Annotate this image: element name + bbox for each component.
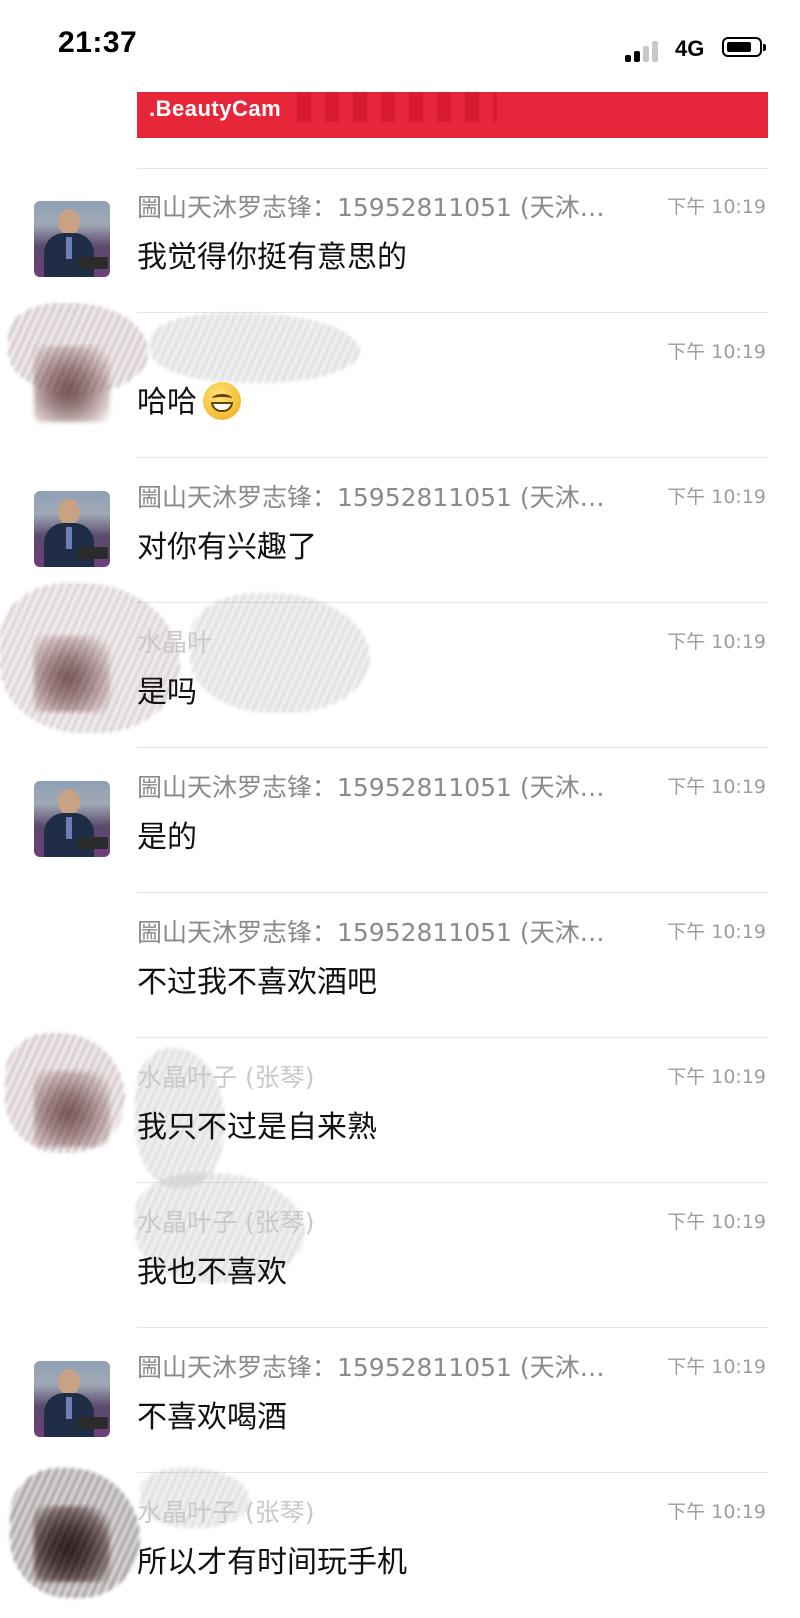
redaction-scribble <box>8 303 148 393</box>
message-text: 哈哈 <box>137 377 241 421</box>
status-bar: 21:37 4G <box>0 0 800 92</box>
sender-name: 圌山天沐罗志锋：15952811051 (天沐… <box>137 193 605 222</box>
banner-watermark <box>297 92 497 122</box>
message-item[interactable]: 圌山天沐罗志锋：15952811051 (天沐… 下午 10:19 对你有兴趣了 <box>0 458 800 603</box>
message-time: 下午 10:19 <box>667 1211 766 1233</box>
redaction-scribble <box>150 313 360 383</box>
status-time: 21:37 <box>58 26 138 59</box>
message-text: 我觉得你挺有意思的 <box>137 240 407 275</box>
message-item[interactable]: 水晶叶 下午 10:19 是吗 <box>0 583 800 748</box>
avatar[interactable] <box>34 1361 110 1437</box>
message-time: 下午 10:19 <box>667 1066 766 1088</box>
message-time: 下午 10:19 <box>667 341 766 363</box>
message-time: 下午 10:19 <box>667 776 766 798</box>
message-text: 对你有兴趣了 <box>137 530 317 565</box>
sender-name: 圌山天沐罗志锋：15952811051 (天沐… <box>137 483 605 512</box>
message-text: 我只不过是自来熟 <box>137 1110 377 1145</box>
banner-label: .BeautyCam <box>149 96 282 121</box>
message-item[interactable]: 水晶叶子 (张琴) 下午 10:19 所以才有时间玩手机 <box>0 1468 800 1618</box>
redaction-scribble <box>5 1033 125 1153</box>
message-text: 是的 <box>137 820 197 855</box>
message-list: 圌山天沐罗志锋：15952811051 (天沐… 下午 10:19 我觉得你挺有… <box>0 168 800 1618</box>
message-text: 所以才有时间玩手机 <box>137 1545 407 1580</box>
sender-name: 水晶叶子 (张琴) <box>137 1063 315 1092</box>
message-time: 下午 10:19 <box>667 1501 766 1523</box>
sender-name: 水晶叶 <box>137 628 213 657</box>
sender-name: 圌山天沐罗志锋：15952811051 (天沐… <box>137 1353 605 1382</box>
redaction-scribble <box>10 1468 140 1598</box>
message-item[interactable]: 下午 10:19 哈哈 <box>0 303 800 458</box>
message-item[interactable]: 圌山天沐罗志锋：15952811051 (天沐… 下午 10:19 我觉得你挺有… <box>0 168 800 313</box>
message-item[interactable]: 圌山天沐罗志锋：15952811051 (天沐… 下午 10:19 不喜欢喝酒 <box>0 1328 800 1473</box>
message-time: 下午 10:19 <box>667 196 766 218</box>
grinning-face-emoji-icon <box>203 382 241 420</box>
avatar[interactable] <box>34 491 110 567</box>
avatar[interactable] <box>34 781 110 857</box>
sender-name: 水晶叶子 (张琴) <box>137 1208 315 1237</box>
avatar[interactable] <box>34 201 110 277</box>
message-item[interactable]: 圌山天沐罗志锋：15952811051 (天沐… 下午 10:19 是的 <box>0 748 800 893</box>
message-text: 不喜欢喝酒 <box>137 1400 287 1435</box>
message-time: 下午 10:19 <box>667 486 766 508</box>
message-time: 下午 10:19 <box>667 631 766 653</box>
avatar <box>34 926 110 1002</box>
beautycam-banner-image[interactable]: .BeautyCam <box>137 92 768 138</box>
message-text: 我也不喜欢 <box>137 1255 287 1290</box>
network-type: 4G <box>675 36 705 61</box>
message-text: 是吗 <box>137 675 197 710</box>
avatar <box>34 1216 110 1292</box>
signal-icon <box>625 38 663 62</box>
sender-name: 水晶叶子 (张琴) <box>137 1498 315 1527</box>
message-time: 下午 10:19 <box>667 921 766 943</box>
sender-name: 圌山天沐罗志锋：15952811051 (天沐… <box>137 773 605 802</box>
message-item[interactable]: 圌山天沐罗志锋：15952811051 (天沐… 下午 10:19 不过我不喜欢… <box>0 893 800 1038</box>
battery-icon <box>722 37 766 57</box>
message-text: 不过我不喜欢酒吧 <box>137 965 377 1000</box>
message-time: 下午 10:19 <box>667 1356 766 1378</box>
message-item[interactable]: 水晶叶子 (张琴) 下午 10:19 我也不喜欢 <box>0 1173 800 1328</box>
message-item[interactable]: 水晶叶子 (张琴) 下午 10:19 我只不过是自来熟 <box>0 1033 800 1188</box>
sender-name: 圌山天沐罗志锋：15952811051 (天沐… <box>137 918 605 947</box>
